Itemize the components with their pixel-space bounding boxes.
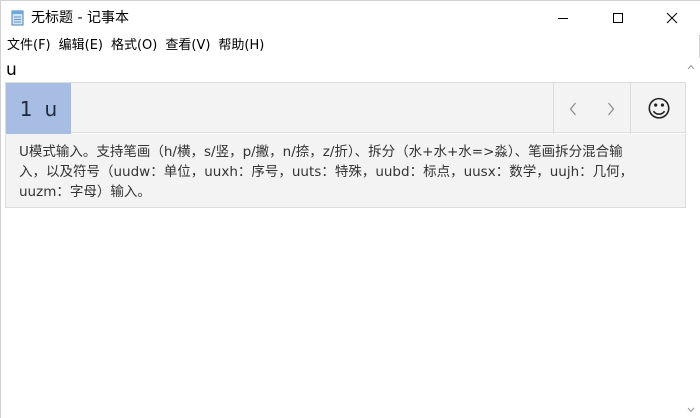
editor-content: u	[6, 60, 17, 80]
scroll-up-button[interactable]	[682, 58, 700, 76]
menu-format[interactable]: 格式(O)	[111, 36, 161, 56]
next-page-button[interactable]	[592, 83, 630, 134]
hint-line: uuzm：字母）输入。	[19, 184, 151, 200]
scroll-up-arrow-icon	[687, 64, 695, 70]
close-button[interactable]	[649, 1, 695, 35]
menu-view[interactable]: 查看(V)	[165, 36, 214, 56]
hint-line: U模式输入。支持笔画（h/横，s/竖，p/撇，n/捺，z/折）、拆分（水+水+水…	[19, 144, 623, 160]
maximize-button[interactable]	[595, 1, 641, 35]
title-bar[interactable]: 无标题 - 记事本	[1, 1, 700, 35]
smiley-icon: ☺	[646, 94, 672, 123]
minimize-button[interactable]	[540, 1, 586, 35]
ime-hint-panel: U模式输入。支持笔画（h/横，s/竖，p/撇，n/捺，z/折）、拆分（水+水+水…	[5, 134, 686, 208]
notepad-icon	[10, 10, 26, 26]
candidate-index: 1	[19, 96, 33, 121]
ime-candidate-window: 1 u ☺ U模式输入。支持笔画（h/横，s/竖，p/撇，n/捺，z/折）、拆分…	[5, 82, 686, 208]
prev-page-button[interactable]	[554, 83, 592, 134]
ime-candidate-bar: 1 u ☺	[5, 82, 687, 134]
window-title: 无标题 - 记事本	[31, 10, 129, 26]
minimize-icon	[558, 18, 568, 19]
scroll-down-arrow-icon	[687, 407, 695, 413]
chevron-right-icon	[608, 102, 615, 115]
hint-line: 入，以及符号（uudw：单位，uuxh：序号，uuts：特殊，uubd：标点，u…	[19, 164, 634, 180]
menu-help[interactable]: 帮助(H)	[218, 36, 268, 56]
chevron-left-icon	[569, 102, 576, 115]
emoji-button[interactable]: ☺	[631, 83, 687, 134]
menu-file[interactable]: 文件(F)	[7, 36, 55, 56]
scroll-down-button[interactable]	[682, 401, 700, 418]
maximize-icon	[613, 13, 623, 23]
notepad-window: 无标题 - 记事本 文件(F) 编辑(E) 格式(O) 查看(V) 帮助(H) …	[0, 0, 700, 418]
candidate-item[interactable]: 1 u	[6, 83, 71, 134]
candidate-text: u	[44, 96, 58, 121]
menu-bar: 文件(F) 编辑(E) 格式(O) 查看(V) 帮助(H)	[1, 35, 700, 57]
menu-edit[interactable]: 编辑(E)	[59, 36, 107, 56]
close-icon	[666, 12, 678, 24]
